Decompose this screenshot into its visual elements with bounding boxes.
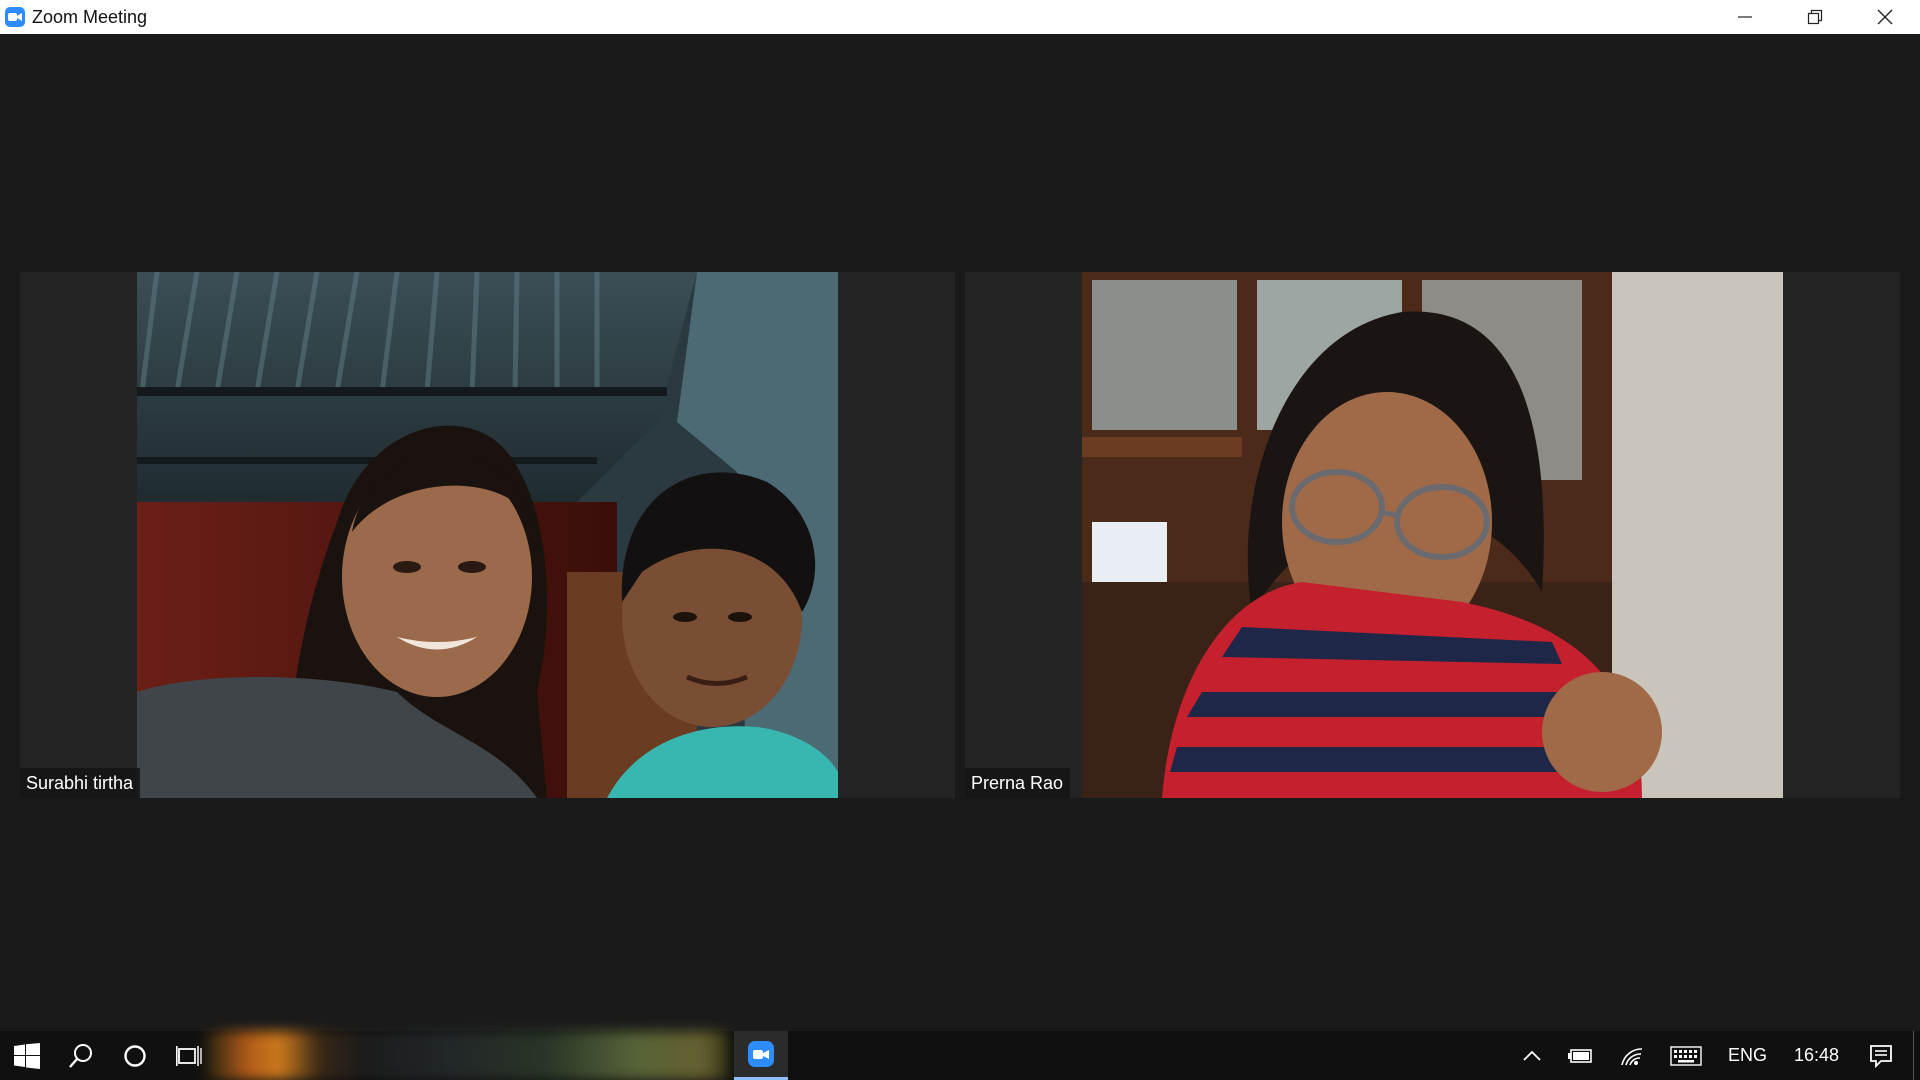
notifications-icon — [1870, 1044, 1892, 1068]
cortana-icon — [124, 1044, 146, 1067]
restore-button[interactable] — [1780, 0, 1850, 34]
action-center-button[interactable] — [1861, 1031, 1913, 1080]
window-title: Zoom Meeting — [32, 6, 148, 27]
system-tray: ENG 16:48 — [1509, 1031, 1920, 1080]
zoom-app-icon — [748, 1041, 774, 1067]
zoom-taskbar-button[interactable] — [734, 1031, 788, 1080]
touch-keyboard-button[interactable] — [1657, 1031, 1715, 1080]
start-button[interactable] — [0, 1031, 54, 1080]
minimize-icon — [1738, 16, 1752, 18]
network-button[interactable] — [1607, 1031, 1657, 1080]
meeting-gallery: Surabhi tirtha Prerna Rao — [0, 34, 1920, 1031]
cortana-button[interactable] — [108, 1031, 162, 1080]
battery-button[interactable] — [1555, 1031, 1607, 1080]
participant-tile-surabhi[interactable]: Surabhi tirtha — [20, 272, 955, 798]
participant-name-tag: Surabhi tirtha — [20, 768, 141, 798]
search-button[interactable] — [54, 1031, 108, 1080]
pinned-apps-blurred[interactable] — [206, 1031, 728, 1080]
windows-taskbar: ENG 16:48 — [0, 1031, 1920, 1080]
participant-tile-prerna[interactable]: Prerna Rao — [965, 272, 1900, 798]
close-icon — [1877, 9, 1893, 25]
window-controls — [1710, 0, 1920, 34]
task-view-icon — [176, 1045, 202, 1066]
chevron-up-icon — [1523, 1050, 1541, 1061]
input-language-indicator[interactable]: ENG — [1715, 1031, 1780, 1080]
wifi-icon — [1621, 1047, 1642, 1065]
minimize-button[interactable] — [1710, 0, 1780, 34]
participant-video — [137, 272, 838, 798]
restore-icon — [1807, 9, 1823, 25]
show-desktop-button[interactable] — [1913, 1031, 1920, 1080]
title-bar: Zoom Meeting — [0, 0, 1920, 34]
participant-name-tag: Prerna Rao — [965, 768, 1071, 798]
zoom-camera-icon — [5, 7, 25, 27]
search-icon — [69, 1043, 92, 1068]
windows-start-icon — [14, 1042, 40, 1069]
show-hidden-icons-button[interactable] — [1509, 1031, 1555, 1080]
clock[interactable]: 16:48 — [1780, 1031, 1861, 1080]
close-button[interactable] — [1850, 0, 1920, 34]
participant-video — [1082, 272, 1783, 798]
battery-icon — [1567, 1048, 1592, 1063]
keyboard-icon — [1670, 1045, 1702, 1066]
